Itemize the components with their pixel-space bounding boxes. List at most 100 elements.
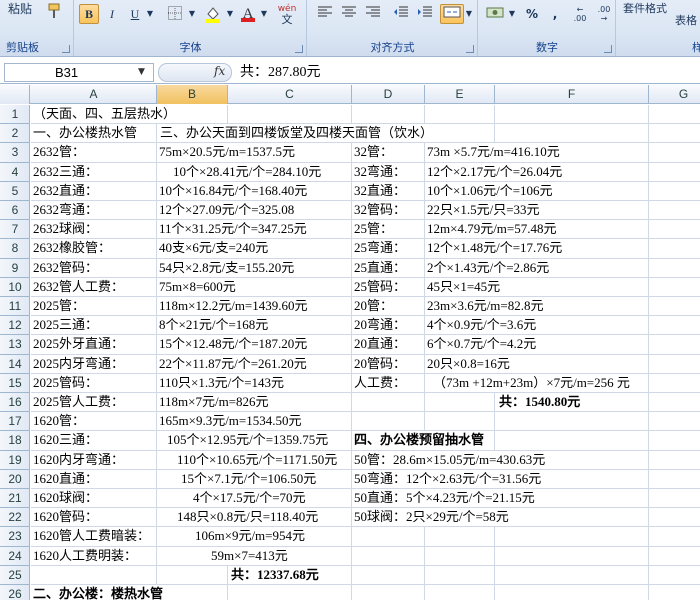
column-header-a[interactable]: A	[31, 85, 157, 104]
fill-color-dropdown-icon[interactable]: ▼	[225, 4, 235, 24]
cell-b15[interactable]: 110只×1.3元/个=143元	[159, 373, 285, 392]
insert-function-icon[interactable]: fx	[214, 64, 225, 78]
cell-a24[interactable]: 1620人工费明装：	[33, 546, 138, 565]
row-header-25[interactable]: 25	[0, 566, 30, 585]
column-header-e[interactable]: E	[425, 85, 495, 104]
cell-a6[interactable]: 2632弯通：	[33, 201, 99, 220]
comma-button[interactable]: ,	[545, 4, 565, 24]
cell-styles-button[interactable]: 表格	[675, 12, 697, 28]
cell-e10[interactable]: 45只×1=45元	[427, 277, 501, 296]
cell-a17[interactable]: 1620管：	[33, 412, 86, 431]
cell-d14[interactable]: 20管码：	[354, 354, 407, 373]
cell-e9[interactable]: 2个×1.43元/个=2.86元	[427, 258, 550, 277]
cell-e8[interactable]: 12个×1.48元/个=17.76元	[427, 239, 563, 258]
row-header-24[interactable]: 24	[0, 547, 30, 566]
cell-b22[interactable]: 148只×0.8元/只=118.40元	[177, 508, 319, 527]
cell-b24[interactable]: 59m×7=413元	[211, 546, 288, 565]
paste-button[interactable]: 粘贴	[8, 0, 32, 17]
merge-center-icon[interactable]	[440, 4, 464, 24]
number-launcher-icon[interactable]	[604, 45, 612, 53]
align-center-icon[interactable]	[338, 4, 360, 24]
cell-b16[interactable]: 118m×7元/m=826元	[159, 393, 269, 412]
formula-input[interactable]: 共：287.80元	[240, 64, 321, 82]
cell-e5[interactable]: 10个×1.06元/个=106元	[427, 181, 553, 200]
column-header-b[interactable]: B	[157, 85, 228, 104]
alignment-launcher-icon[interactable]	[466, 45, 474, 53]
align-right-icon[interactable]	[362, 4, 384, 24]
cell-a22[interactable]: 1620管码：	[33, 508, 99, 527]
underline-button[interactable]: U	[125, 4, 145, 24]
cell-a1[interactable]: （天面、四、五层热水）	[33, 105, 177, 124]
cell-b25[interactable]: 共：12337.68元	[231, 565, 319, 584]
cell-b9[interactable]: 54只×2.8元/支=155.20元	[159, 258, 295, 277]
column-header-c[interactable]: C	[228, 85, 352, 104]
cell-d18[interactable]: 四、办公楼预留抽水管	[354, 431, 485, 450]
cell-b18[interactable]: 105个×12.95元/个=1359.75元	[167, 431, 329, 450]
row-header-26[interactable]: 26	[0, 585, 30, 600]
cell-b14[interactable]: 22个×11.87元/个=261.20元	[159, 354, 307, 373]
cell-b13[interactable]: 15个×12.48元/个=187.20元	[159, 335, 308, 354]
phonetic-guide-icon[interactable]: wén 文	[273, 4, 301, 26]
name-box-dropdown-icon[interactable]: ▼	[138, 64, 145, 81]
font-launcher-icon[interactable]	[295, 45, 303, 53]
cell-d22[interactable]: 50球阀：2只×29元/个=58元	[354, 508, 509, 527]
cell-e4[interactable]: 12个×2.17元/个=26.04元	[427, 162, 563, 181]
borders-dropdown-icon[interactable]: ▼	[187, 4, 197, 24]
cell-a7[interactable]: 2632球阀：	[33, 220, 99, 239]
cell-d13[interactable]: 20直通：	[354, 335, 407, 354]
cell-e11[interactable]: 23m×3.6元/m=82.8元	[427, 297, 544, 316]
row-header-17[interactable]: 17	[0, 412, 30, 432]
italic-button[interactable]: I	[102, 4, 122, 24]
cell-a13[interactable]: 2025外牙直通：	[33, 335, 125, 354]
cell-b7[interactable]: 11个×31.25元/个=347.25元	[159, 220, 307, 239]
cell-a5[interactable]: 2632直通：	[33, 181, 99, 200]
row-header-12[interactable]: 12	[0, 316, 30, 336]
column-header-f[interactable]: F	[495, 85, 649, 104]
row-header-16[interactable]: 16	[0, 393, 30, 413]
column-header-g[interactable]: G	[649, 85, 700, 104]
cell-a9[interactable]: 2632管码：	[33, 258, 99, 277]
cell-a16[interactable]: 2025管人工费：	[33, 393, 125, 412]
cell-a18[interactable]: 1620三通：	[33, 431, 99, 450]
cell-b3[interactable]: 75m×20.5元/m=1537.5元	[159, 143, 295, 162]
row-header-19[interactable]: 19	[0, 451, 30, 470]
align-left-icon[interactable]	[314, 4, 336, 24]
cell-d15[interactable]: 人工费：	[354, 373, 407, 392]
cell-e12[interactable]: 4个×0.9元/个=3.6元	[427, 316, 537, 335]
cell-d11[interactable]: 20管：	[354, 297, 394, 316]
column-header-d[interactable]: D	[352, 85, 425, 104]
accounting-dropdown-icon[interactable]: ▼	[507, 4, 517, 24]
row-header-8[interactable]: 8	[0, 239, 30, 259]
cell-e14[interactable]: 20只×0.8=16元	[427, 354, 510, 373]
row-header-18[interactable]: 18	[0, 431, 30, 451]
borders-icon[interactable]	[163, 4, 187, 24]
fill-color-icon[interactable]	[201, 4, 225, 24]
cell-d21[interactable]: 50直通：5个×4.23元/个=21.15元	[354, 489, 535, 508]
cell-d5[interactable]: 32直通：	[354, 181, 407, 200]
increase-indent-icon[interactable]	[414, 4, 436, 24]
cell-e15[interactable]: （73m +12m+23m）×7元/m=256 元	[433, 373, 630, 392]
row-header-20[interactable]: 20	[0, 470, 30, 489]
row-header-21[interactable]: 21	[0, 489, 30, 509]
cell-d20[interactable]: 50弯通：12个×2.63元/个=31.56元	[354, 469, 542, 488]
cell-d4[interactable]: 32弯通：	[354, 162, 407, 181]
row-header-9[interactable]: 9	[0, 259, 30, 278]
cell-e7[interactable]: 12m×4.79元/m=57.48元	[427, 220, 557, 239]
cell-d6[interactable]: 32管码：	[354, 201, 407, 220]
cell-b23[interactable]: 106m×9元/m=954元	[195, 527, 305, 546]
cell-e13[interactable]: 6个×0.7元/个=4.2元	[427, 335, 537, 354]
name-box[interactable]: B31	[4, 63, 154, 82]
cell-a4[interactable]: 2632三通：	[33, 162, 99, 181]
cell-a12[interactable]: 2025三通：	[33, 316, 99, 335]
cell-d7[interactable]: 25管：	[354, 220, 394, 239]
percent-button[interactable]: %	[521, 4, 543, 24]
row-header-14[interactable]: 14	[0, 355, 30, 374]
cell-e6[interactable]: 22只×1.5元/只=33元	[427, 201, 540, 220]
row-header-15[interactable]: 15	[0, 374, 30, 393]
cell-a26[interactable]: 二、办公楼：楼热水管	[33, 585, 164, 600]
row-header-4[interactable]: 4	[0, 163, 30, 182]
cell-a14[interactable]: 2025内牙弯通：	[33, 354, 125, 373]
font-color-dropdown-icon[interactable]: ▼	[259, 4, 269, 24]
cell-b6[interactable]: 12个×27.09元/个=325.08	[159, 201, 295, 220]
accounting-format-icon[interactable]	[483, 4, 507, 24]
